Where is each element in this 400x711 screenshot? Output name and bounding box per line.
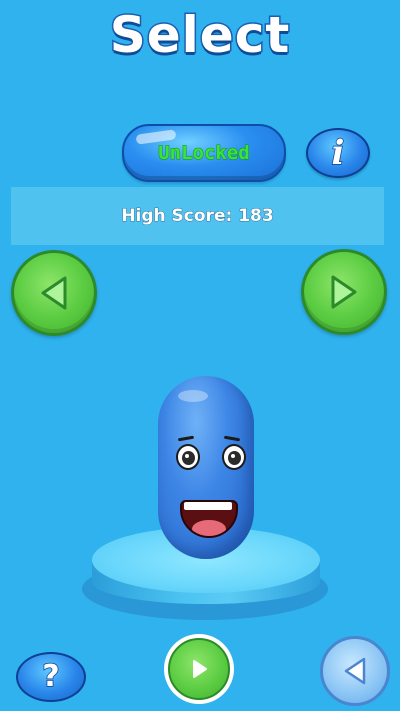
info-icon: i	[331, 133, 345, 173]
help-button[interactable]: ?	[16, 652, 86, 702]
play-icon	[193, 660, 207, 678]
left-eye	[176, 444, 200, 470]
high-score-text: High Score: 183	[121, 206, 274, 227]
previous-character-button[interactable]	[11, 250, 97, 336]
play-button[interactable]	[164, 634, 234, 704]
teeth	[184, 502, 232, 510]
next-character-button[interactable]	[301, 249, 387, 335]
back-button[interactable]	[320, 636, 390, 706]
unlocked-button[interactable]: UnLocked	[122, 124, 286, 182]
high-score-bar: High Score: 183	[11, 187, 384, 245]
screen-title: Select	[108, 5, 291, 66]
character-gloss	[178, 390, 208, 402]
back-icon	[344, 657, 366, 685]
play-button-inner	[168, 638, 230, 700]
triangle-left-icon	[41, 276, 67, 310]
info-button[interactable]: i	[306, 128, 370, 178]
tongue	[192, 520, 226, 536]
unlocked-label: UnLocked	[158, 142, 251, 165]
question-mark-icon: ?	[42, 659, 61, 694]
triangle-right-icon	[331, 275, 357, 309]
right-eye	[222, 444, 246, 470]
